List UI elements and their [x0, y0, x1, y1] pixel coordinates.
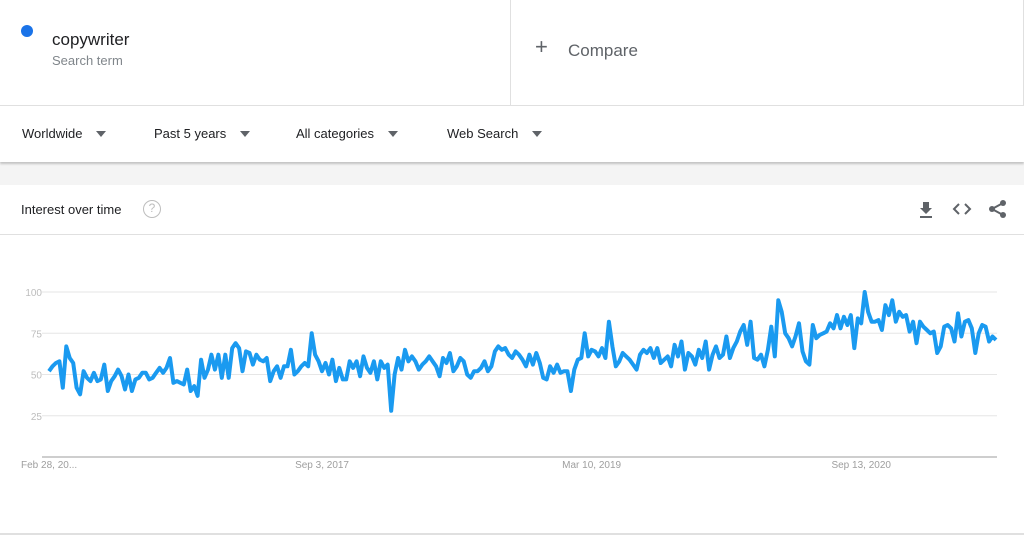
- caret-down-icon: [240, 130, 251, 137]
- y-tick-label: 100: [25, 288, 42, 299]
- caret-down-icon: [532, 130, 543, 137]
- line-chart[interactable]: 25 50 75 100 Feb 28, 20... Sep 3, 2017 Mar 10…: [0, 235, 1024, 535]
- filter-region[interactable]: Worldwide: [22, 126, 107, 141]
- filter-category-label: All categories: [296, 126, 375, 141]
- caret-down-icon: [388, 130, 399, 137]
- y-tick-label: 50: [31, 371, 43, 382]
- x-tick-label: Sep 13, 2020: [831, 460, 891, 471]
- compare-label: Compare: [568, 41, 638, 60]
- search-term-card[interactable]: copywriter Search term: [0, 0, 511, 106]
- x-tick-label: Mar 10, 2019: [562, 460, 621, 471]
- download-icon[interactable]: [916, 199, 936, 219]
- filter-category[interactable]: All categories: [296, 126, 399, 141]
- filter-search-type-label: Web Search: [447, 126, 519, 141]
- help-icon[interactable]: ?: [143, 200, 161, 218]
- embed-code-icon[interactable]: [952, 199, 972, 219]
- x-tick-label: Sep 3, 2017: [295, 460, 349, 471]
- filter-time-range[interactable]: Past 5 years: [154, 126, 251, 141]
- filter-time-range-label: Past 5 years: [154, 126, 227, 141]
- caret-down-icon: [96, 130, 107, 137]
- filter-search-type[interactable]: Web Search: [447, 126, 543, 141]
- filter-region-label: Worldwide: [22, 126, 83, 141]
- search-header: copywriter Search term + Compare: [0, 0, 1024, 106]
- plus-icon: +: [535, 34, 548, 59]
- filter-bar: Worldwide Past 5 years All categories We…: [0, 106, 1024, 162]
- search-term-subtitle: Search term: [52, 53, 123, 68]
- card-header: Interest over time ?: [0, 185, 1024, 235]
- y-tick-label: 25: [31, 412, 43, 423]
- share-icon[interactable]: [988, 199, 1008, 219]
- card-title: Interest over time: [21, 202, 122, 217]
- compare-button[interactable]: + Compare: [511, 0, 1024, 105]
- series-color-dot: [21, 25, 33, 37]
- search-term-name[interactable]: copywriter: [52, 30, 129, 50]
- interest-over-time-card: Interest over time ? 25 50 75 100 Feb 28, 2…: [0, 185, 1024, 535]
- y-tick-label: 75: [31, 329, 43, 340]
- series-line-copywriter: [47, 290, 998, 413]
- x-tick-label: Feb 28, 20...: [21, 460, 77, 471]
